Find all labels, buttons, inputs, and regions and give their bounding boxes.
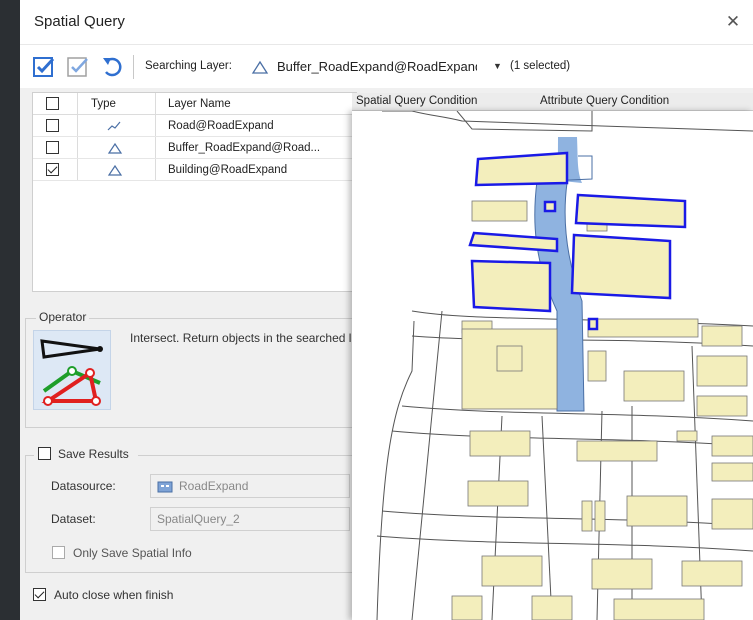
save-results-title: Save Results (58, 447, 129, 461)
reset-button[interactable] (100, 55, 124, 79)
spatial-query-dialog: Spatial Query ✕ Searching Layer: Buffer_… (20, 0, 753, 620)
toolbar-separator (133, 55, 134, 79)
table-row[interactable]: Road@RoadExpand (33, 115, 356, 137)
dataset-value: SpatialQuery_2 (157, 512, 240, 526)
datasource-value: RoadExpand (179, 479, 249, 493)
row-checkbox[interactable] (46, 119, 59, 132)
tab-attribute-query-condition[interactable]: Attribute Query Condition (540, 95, 669, 107)
column-header-type: Type (91, 98, 116, 110)
undo-icon (103, 57, 122, 77)
datasource-icon (157, 481, 173, 493)
check-all-icon (33, 57, 55, 77)
table-row[interactable]: Building@RoadExpand (33, 159, 356, 181)
only-spatial-label: Only Save Spatial Info (73, 546, 192, 560)
line-layer-icon (107, 121, 121, 131)
chevron-down-icon: ▼ (493, 61, 502, 71)
tab-spatial-query-condition[interactable]: Spatial Query Condition (356, 95, 477, 107)
select-all-button[interactable] (32, 55, 56, 79)
region-layer-icon (251, 60, 269, 74)
layer-name: Buffer_RoadExpand@Road... (168, 142, 321, 154)
operator-intersect-button[interactable] (33, 330, 111, 410)
save-results-checkbox-box[interactable] (38, 447, 51, 460)
toolbar: Searching Layer: Buffer_RoadExpand@RoadE… (20, 44, 753, 88)
layer-name: Building@RoadExpand (168, 164, 288, 176)
auto-close-label: Auto close when finish (54, 588, 174, 602)
searching-layer-value: Buffer_RoadExpand@RoadExpand (277, 59, 477, 74)
selected-count: (1 selected) (510, 60, 571, 72)
layer-name: Road@RoadExpand (168, 120, 274, 132)
row-checkbox[interactable] (46, 141, 59, 154)
datasource-label: Datasource: (51, 479, 116, 493)
region-layer-icon (107, 164, 123, 176)
condition-tab-strip: Spatial Query Condition Attribute Query … (352, 93, 753, 111)
dataset-label: Dataset: (51, 512, 96, 526)
window-title: Spatial Query (34, 13, 125, 30)
datasource-select[interactable]: RoadExpand (150, 474, 350, 498)
close-icon: ✕ (725, 12, 741, 31)
operator-group-title: Operator (36, 310, 90, 324)
dataset-input[interactable]: SpatialQuery_2 (150, 507, 350, 531)
region-layer-icon (107, 142, 123, 154)
select-inverse-button[interactable] (66, 55, 90, 79)
row-checkbox[interactable] (46, 163, 59, 176)
check-inverse-icon (67, 57, 88, 77)
only-spatial-checkbox[interactable] (52, 546, 65, 559)
column-header-layer-name: Layer Name (168, 98, 231, 110)
map-canvas[interactable] (352, 111, 753, 620)
title-bar: Spatial Query ✕ (20, 0, 753, 44)
table-row[interactable]: Buffer_RoadExpand@Road... (33, 137, 356, 159)
layer-list-table: Type Layer Name Road@RoadExpand Buffer_R… (32, 92, 357, 292)
close-button[interactable]: ✕ (721, 10, 745, 34)
map-preview[interactable] (352, 111, 753, 620)
searching-layer-label: Searching Layer: (145, 60, 232, 72)
intersect-operator-icon (40, 339, 103, 406)
searching-layer-dropdown[interactable]: Buffer_RoadExpand@RoadExpand ▼ (251, 55, 507, 79)
header-checkbox[interactable] (46, 97, 59, 110)
table-header: Type Layer Name (33, 93, 356, 115)
auto-close-checkbox[interactable] (33, 588, 46, 601)
